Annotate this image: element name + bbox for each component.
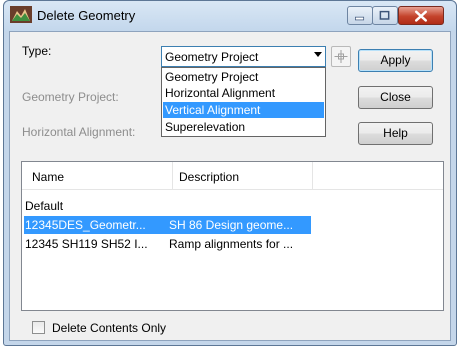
window-title: Delete Geometry	[37, 8, 136, 23]
row-description: SH 86 Design geome...	[169, 218, 294, 232]
dropdown-option-geometry-project[interactable]: Geometry Project	[163, 69, 324, 85]
list-row[interactable]: 12345 SH119 SH52 I... Ramp alignments fo…	[24, 235, 311, 253]
delete-contents-only-checkbox[interactable]	[32, 321, 45, 334]
close-icon	[414, 10, 428, 22]
row-name: Default	[25, 199, 64, 213]
type-select[interactable]: Geometry Project	[161, 46, 326, 67]
dropdown-option-vertical-alignment[interactable]: Vertical Alignment	[163, 102, 324, 118]
delete-contents-only-label[interactable]: Delete Contents Only	[52, 321, 166, 335]
crosshair-icon	[334, 50, 348, 63]
dropdown-option-horizontal-alignment[interactable]: Horizontal Alignment	[163, 85, 324, 101]
column-divider[interactable]	[312, 162, 313, 190]
column-divider[interactable]	[172, 162, 173, 190]
pick-button[interactable]	[331, 46, 351, 67]
title-bar[interactable]: Delete Geometry	[4, 1, 456, 31]
column-header-description[interactable]: Description	[179, 170, 239, 184]
maximize-icon	[379, 10, 390, 20]
close-button[interactable]: Close	[358, 86, 433, 109]
horizontal-alignment-label: Horizontal Alignment:	[22, 125, 136, 139]
list-row-selected[interactable]: 12345DES_Geometr... SH 86 Design geome..…	[24, 216, 311, 234]
type-select-value: Geometry Project	[165, 50, 259, 64]
row-description: Ramp alignments for ...	[169, 237, 294, 251]
minimize-icon	[355, 16, 365, 21]
row-name: 12345DES_Geometr...	[25, 218, 146, 232]
dialog-body: Type: Geometry Project Apply Close Help …	[9, 31, 451, 341]
close-window-button[interactable]	[398, 6, 444, 25]
type-label: Type:	[22, 44, 52, 58]
list-row[interactable]: Default	[24, 197, 311, 215]
minimize-button[interactable]	[347, 6, 373, 25]
app-icon	[10, 6, 32, 23]
geometry-project-label: Geometry Project:	[22, 90, 119, 104]
dialog-window: Delete Geometry Type: Geometry Project A…	[3, 0, 457, 346]
column-header-name[interactable]: Name	[32, 170, 64, 184]
row-name: 12345 SH119 SH52 I...	[25, 237, 148, 251]
maximize-button[interactable]	[372, 6, 398, 25]
list-header: Name Description	[22, 162, 443, 190]
geometry-list[interactable]: Name Description Default 12345DES_Geomet…	[21, 161, 444, 311]
dropdown-option-superelevation[interactable]: Superelevation	[163, 119, 324, 135]
type-dropdown-list: Geometry Project Horizontal Alignment Ve…	[161, 67, 326, 137]
chevron-down-icon	[314, 52, 322, 57]
help-button[interactable]: Help	[358, 122, 433, 145]
apply-button[interactable]: Apply	[358, 49, 433, 72]
